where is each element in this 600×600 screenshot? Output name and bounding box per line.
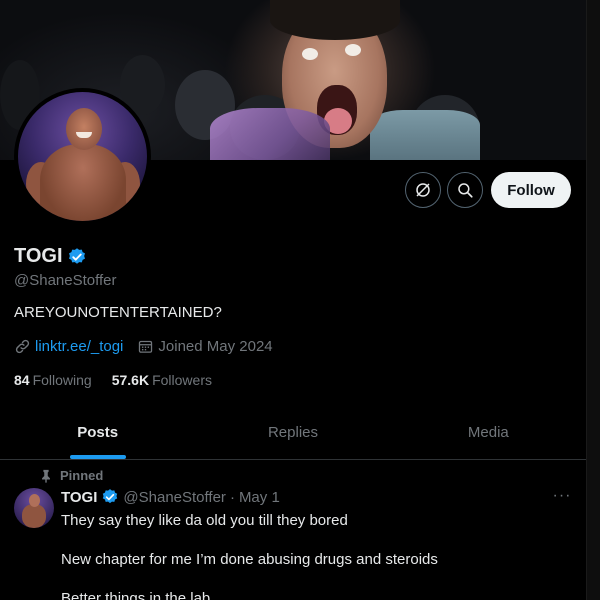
tab-label: Media [467,424,509,441]
tab-label: Posts [77,424,119,441]
verified-badge-icon[interactable] [67,247,87,267]
banner-hair [270,0,400,40]
following-count: 84 [14,372,30,388]
grok-button[interactable] [405,172,441,208]
follow-button[interactable]: Follow [491,172,571,208]
pin-icon [42,469,50,483]
post-text-line: New chapter for me I’m done abusing drug… [61,551,438,568]
following-label: Following [32,372,92,388]
tab-posts[interactable]: Posts [0,406,195,459]
followers-label: Followers [152,372,212,388]
profile-bio: AREYOUNOTENTERTAINED? [14,304,222,321]
post-author-handle[interactable]: @ShaneStoffer [123,489,226,506]
post-avatar[interactable] [14,488,54,528]
followers-stat[interactable]: 57.6K Followers [112,372,212,388]
profile-meta-row: linktr.ee/_togi Joined May 2024 [14,338,287,355]
banner-pink-object [210,108,330,160]
post-more-button[interactable]: ··· [552,486,572,506]
banner-shirt [370,110,480,160]
following-stat[interactable]: 84 Following [14,372,92,388]
link-icon [15,339,30,354]
profile-tabs: Posts Replies Media [0,406,586,460]
scrollbar[interactable] [586,0,600,600]
pinned-label: Pinned [60,468,104,483]
calendar-icon [139,340,153,353]
active-tab-indicator [69,455,126,459]
profile-name-row: TOGI [14,245,87,268]
post-text-line: They say they like da old you till they … [61,512,348,529]
banner-eye [345,44,361,56]
pinned-indicator: Pinned [40,468,103,483]
avatar-torso [40,144,126,221]
grok-icon [416,183,430,197]
banner-eye [302,48,318,60]
tab-media[interactable]: Media [391,406,586,459]
avatar-head [66,108,102,150]
profile-joined-item: Joined May 2024 [137,338,273,355]
search-icon [458,183,473,198]
profile-joined-date: Joined May 2024 [158,338,273,355]
profile-link-item[interactable]: linktr.ee/_togi [14,338,123,355]
post-date[interactable]: May 1 [239,489,280,506]
post-avatar-head [29,494,40,507]
followers-count: 57.6K [111,372,150,388]
follow-stats-row: 84 Following 57.6K Followers [14,372,232,388]
tab-replies[interactable]: Replies [195,406,390,459]
post-separator: · [229,488,235,506]
post-header: TOGI @ShaneStoffer · May 1 [61,488,280,506]
post-author-name[interactable]: TOGI [61,489,97,506]
profile-handle: @ShaneStoffer [14,272,117,289]
post-avatar-torso [22,504,46,528]
verified-badge-icon [103,489,118,504]
profile-display-name: TOGI [14,245,63,267]
post-text-line: Better things in the lab [61,590,211,600]
profile-avatar[interactable] [14,88,151,225]
profile-link[interactable]: linktr.ee/_togi [35,338,123,355]
tab-label: Replies [267,424,318,441]
search-button[interactable] [447,172,483,208]
